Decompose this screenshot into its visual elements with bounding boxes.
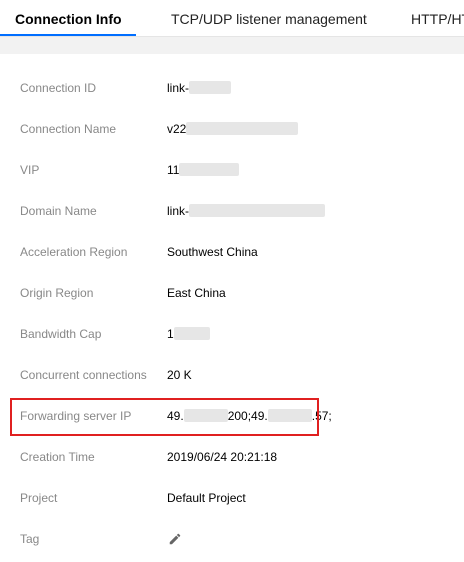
field-bandwidth-cap: Bandwidth Cap 1	[0, 314, 464, 355]
redaction-mask	[179, 163, 240, 177]
field-vip: VIP 11	[0, 150, 464, 191]
bandwidth-cap-value: 1	[167, 327, 174, 341]
pencil-icon[interactable]	[168, 532, 182, 546]
redaction-mask	[173, 327, 210, 341]
field-origin-region: Origin Region East China	[0, 273, 464, 314]
field-value: link-	[167, 191, 326, 232]
redaction-mask	[189, 81, 232, 95]
field-label: Bandwidth Cap	[20, 327, 102, 341]
field-tag: Tag	[0, 519, 464, 560]
field-label: Connection Name	[20, 122, 117, 136]
connection-id-value: link-	[167, 81, 190, 95]
acceleration-region-value: Southwest China	[167, 245, 258, 259]
redaction-mask	[189, 204, 326, 218]
field-label: Origin Region	[20, 286, 94, 300]
field-label: VIP	[20, 163, 40, 177]
field-label: Project	[20, 491, 58, 505]
field-label: Acceleration Region	[20, 245, 128, 259]
connection-name-value: v22	[167, 122, 187, 136]
field-label: Tag	[20, 532, 40, 546]
field-value: 1	[167, 314, 210, 355]
origin-region-value: East China	[167, 286, 226, 300]
field-value: v22	[167, 109, 299, 150]
field-label: Creation Time	[20, 450, 95, 464]
field-acceleration-region: Acceleration Region Southwest China	[0, 232, 464, 273]
field-connection-id: Connection ID link-	[0, 68, 464, 109]
highlight-box	[10, 398, 319, 436]
field-connection-name: Connection Name v22	[0, 109, 464, 150]
field-label: Concurrent connections	[20, 368, 147, 382]
tab-http-https[interactable]: HTTP/HT	[411, 0, 464, 36]
field-label: Domain Name	[20, 204, 97, 218]
tab-listener-management[interactable]: TCP/UDP listener management	[171, 0, 367, 36]
field-value: 11	[167, 150, 240, 191]
domain-name-value: link-	[167, 204, 190, 218]
tab-connection-info[interactable]: Connection Info	[15, 0, 122, 36]
field-concurrent-connections: Concurrent connections 20 K	[0, 355, 464, 396]
concurrent-connections-value: 20 K	[167, 368, 192, 382]
vip-value: 11	[167, 163, 180, 177]
section-divider	[0, 37, 464, 54]
field-label: Connection ID	[20, 81, 97, 95]
field-value: link-	[167, 68, 232, 109]
field-project: Project Default Project	[0, 478, 464, 519]
active-tab-indicator	[0, 34, 136, 36]
redaction-mask	[186, 122, 299, 136]
field-creation-time: Creation Time 2019/06/24 20:21:18	[0, 437, 464, 478]
creation-time-value: 2019/06/24 20:21:18	[167, 450, 278, 464]
field-domain-name: Domain Name link-	[0, 191, 464, 232]
project-value: Default Project	[167, 491, 246, 505]
tab-bar: Connection Info TCP/UDP listener managem…	[0, 0, 464, 37]
